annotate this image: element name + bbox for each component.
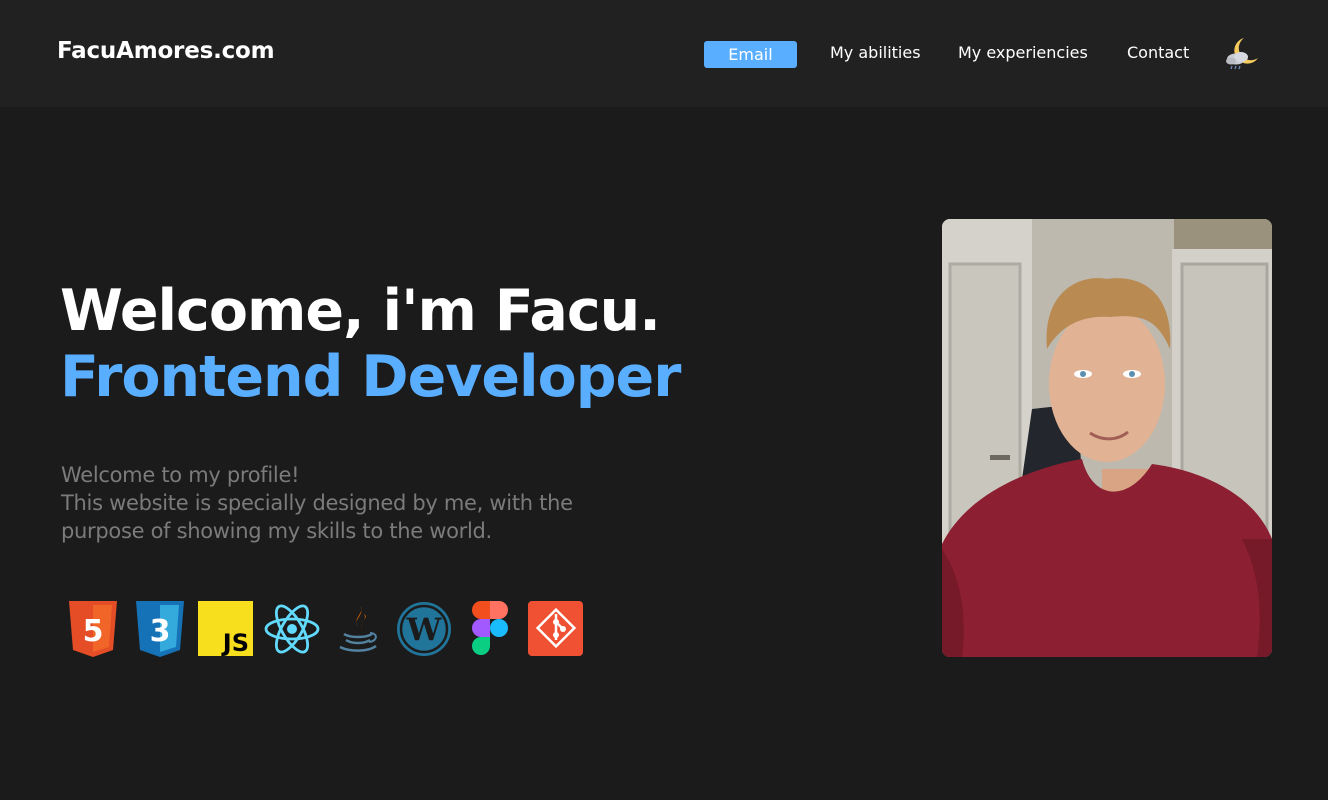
top-navbar: FacuAmores.com Email My abilities My exp… <box>0 0 1328 107</box>
svg-text:3: 3 <box>150 614 171 649</box>
skills-icon-row: 5 3 JS W <box>68 600 598 658</box>
hero-subtitle: Frontend Developer <box>60 344 681 410</box>
intro-line: purpose of showing my skills to the worl… <box>61 519 492 543</box>
git-icon <box>528 600 584 658</box>
css3-icon: 3 <box>135 600 191 658</box>
site-logo[interactable]: FacuAmores.com <box>57 38 275 64</box>
email-button[interactable]: Email <box>704 41 797 68</box>
figma-icon <box>470 600 526 658</box>
profile-photo <box>942 219 1272 657</box>
svg-text:W: W <box>406 612 443 648</box>
intro-line: Welcome to my profile! <box>61 463 300 487</box>
moon-cloud-icon[interactable] <box>1222 32 1262 72</box>
intro-text: Welcome to my profile! This website is s… <box>61 461 661 545</box>
svg-text:JS: JS <box>221 629 249 656</box>
wordpress-icon: W <box>396 600 452 658</box>
html5-icon: 5 <box>68 600 124 658</box>
nav-link-experiences[interactable]: My experiencies <box>958 43 1088 62</box>
react-icon <box>264 600 320 658</box>
java-icon <box>336 600 392 658</box>
javascript-icon: JS <box>198 600 254 658</box>
hero-title: Welcome, i'm Facu. <box>60 278 661 344</box>
nav-link-contact[interactable]: Contact <box>1127 43 1189 62</box>
intro-line: This website is specially designed by me… <box>61 491 573 515</box>
nav-link-abilities[interactable]: My abilities <box>830 43 921 62</box>
svg-text:5: 5 <box>83 614 104 649</box>
